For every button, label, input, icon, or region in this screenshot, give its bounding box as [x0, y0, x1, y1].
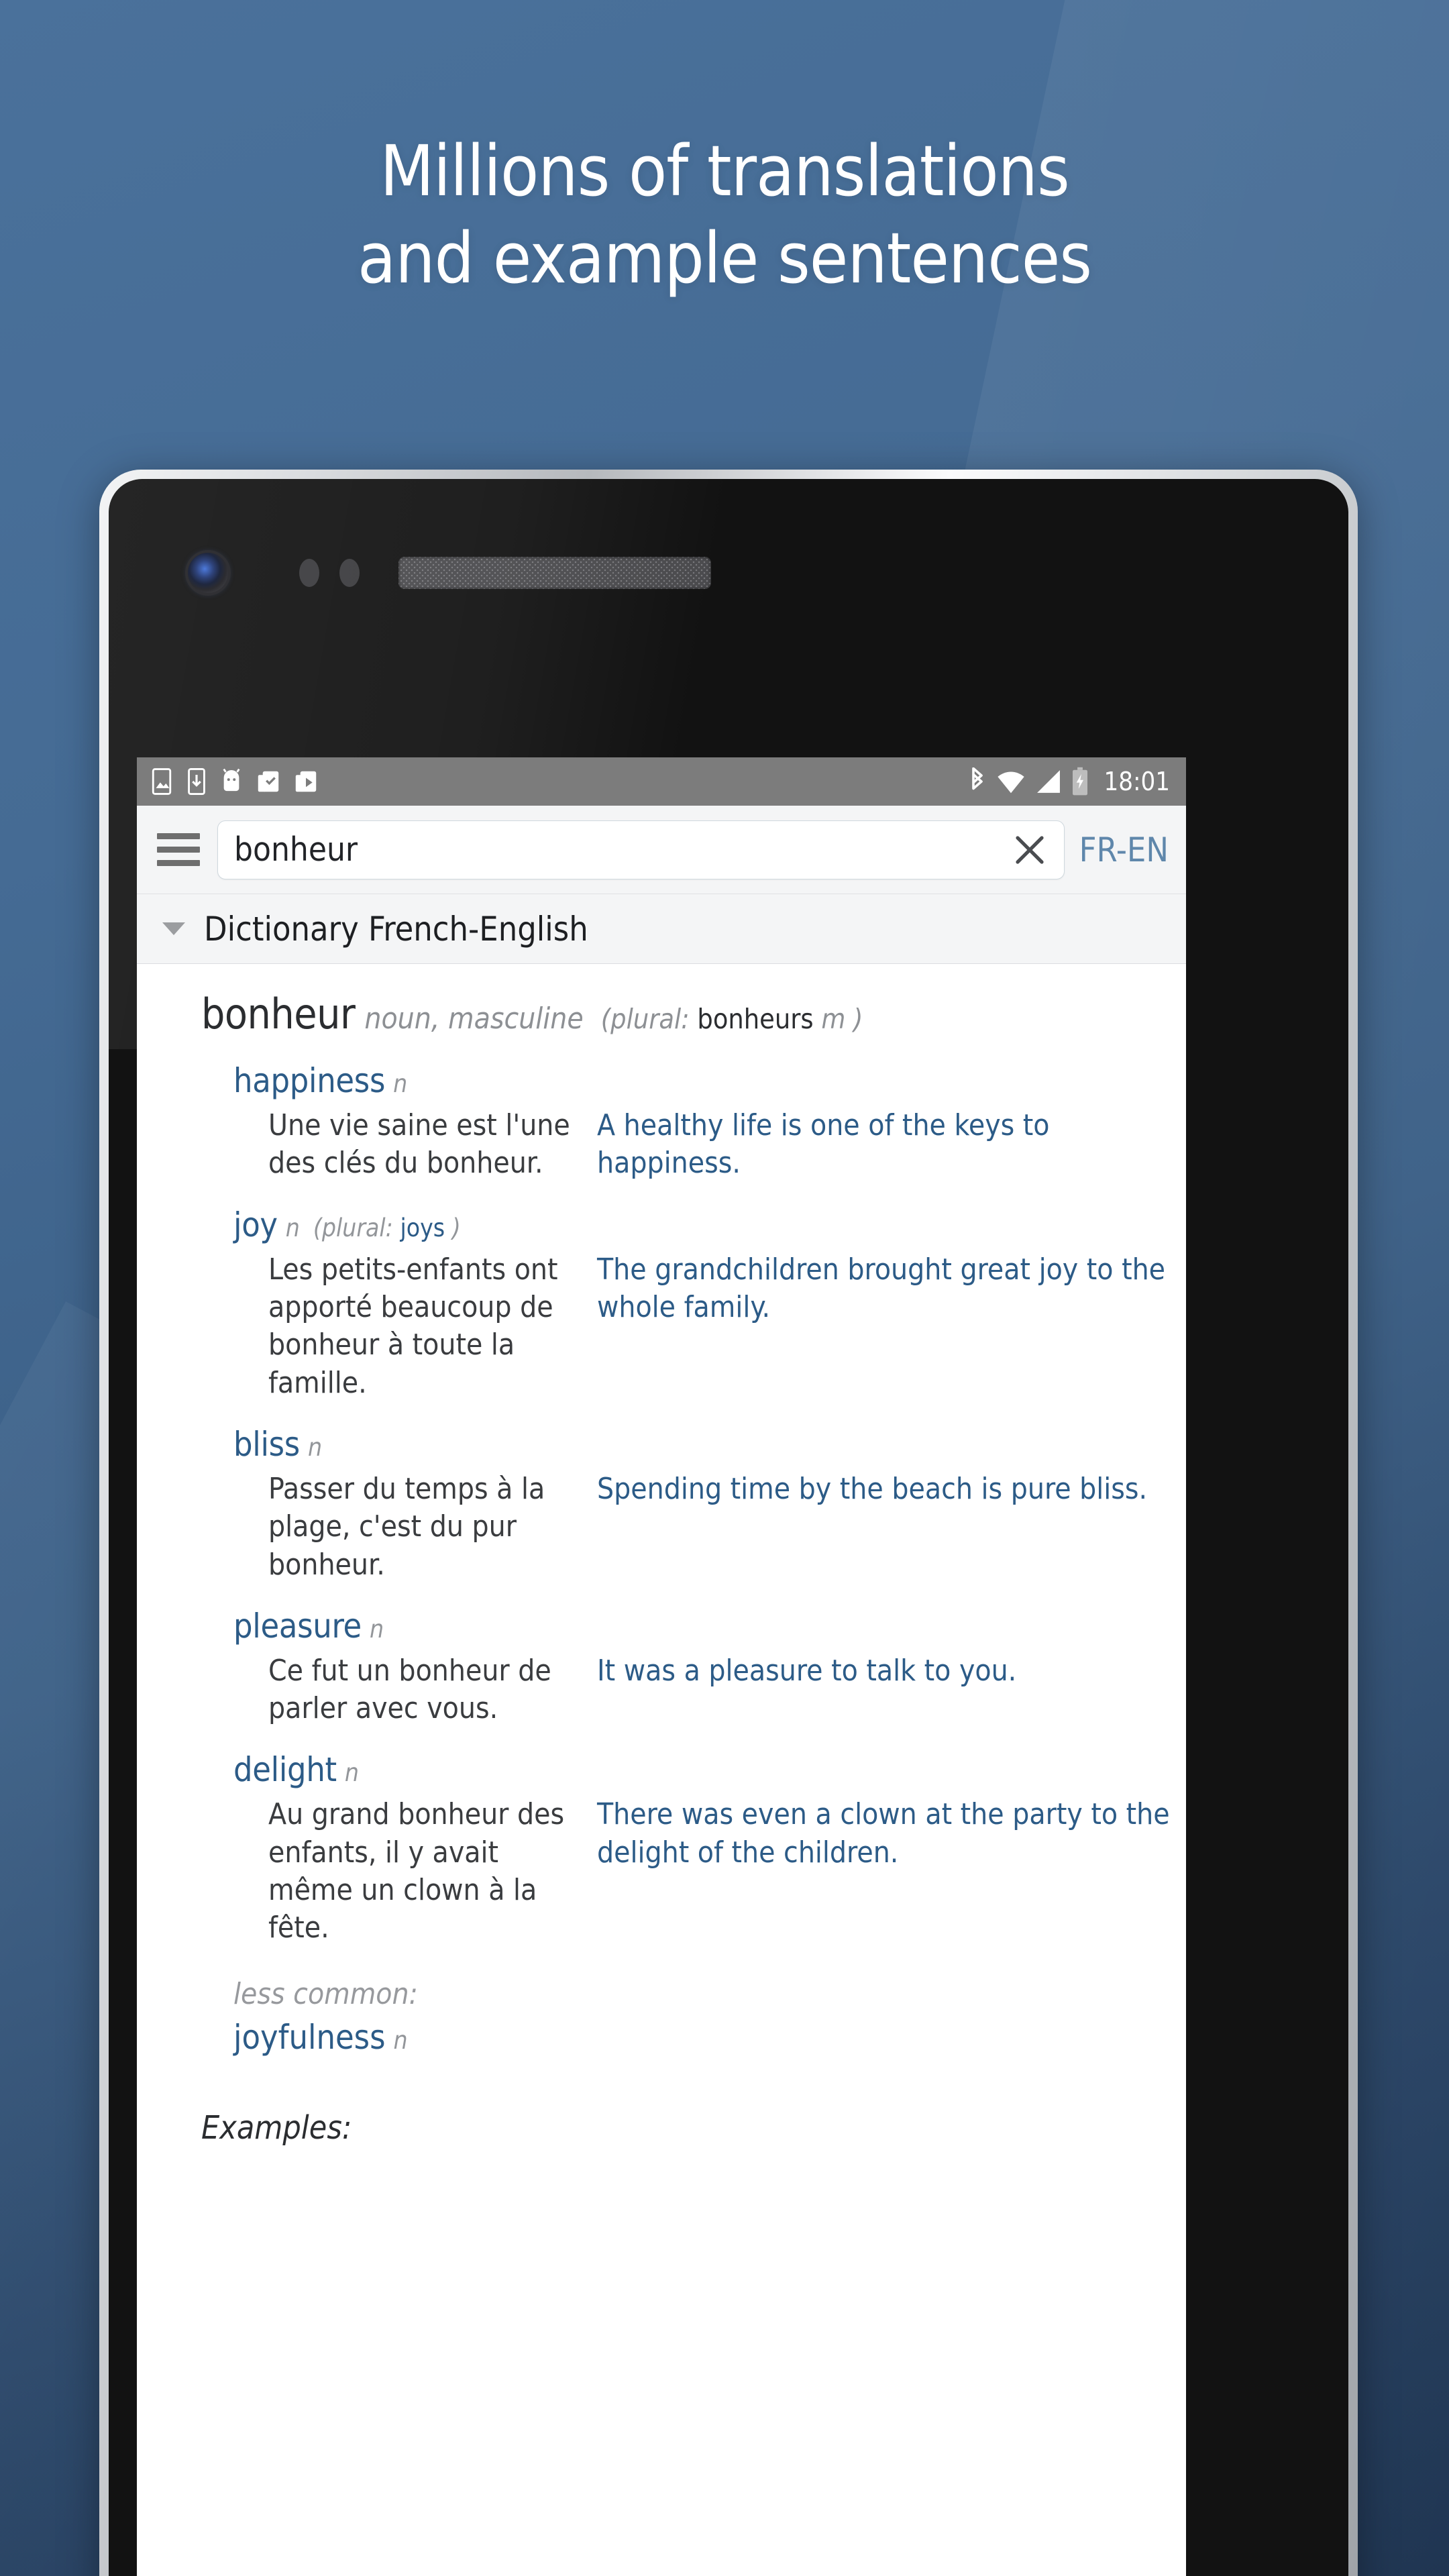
- dictionary-entry-content: bonheur noun, masculine (plural: bonheurs …: [137, 964, 1186, 2147]
- plural-paren-open: (: [600, 1003, 611, 1035]
- app-play-icon: [294, 768, 318, 795]
- search-box[interactable]: [217, 820, 1065, 879]
- headword-plural-group: (plural: bonheurs m ): [601, 1003, 863, 1035]
- headline-line-2: and example sentences: [357, 217, 1092, 299]
- example-target-text: There was even a clown at the party to t…: [597, 1797, 1170, 1870]
- hamburger-bar-1: [157, 833, 200, 839]
- phone-top-hardware: [169, 546, 1041, 600]
- sense-header[interactable]: delight n: [233, 1750, 1170, 1789]
- less-common-label: less common:: [233, 1976, 418, 2011]
- sense-entry: happiness n Une vie saine est l'une des c…: [137, 1061, 1186, 1183]
- example-row: Passer du temps à la plage, c'est du pur…: [233, 1470, 1170, 1584]
- example-target-text: Spending time by the beach is pure bliss…: [597, 1471, 1148, 1506]
- plural-value: bonheurs: [697, 1003, 814, 1035]
- sense-entry: bliss n Passer du temps à la plage, c'est…: [137, 1425, 1186, 1584]
- sense-plural-paren-close: ): [451, 1213, 461, 1242]
- language-pair-selector[interactable]: FR-EN: [1079, 830, 1169, 869]
- example-target-text: The grandchildren brought great joy to t…: [597, 1252, 1166, 1324]
- android-status-bar: 18:01: [137, 757, 1186, 806]
- sense-header[interactable]: joy n (plural: joys ): [233, 1205, 1170, 1244]
- status-left-icons: [150, 768, 318, 795]
- example-row: Au grand bonheur des enfants, il y avait…: [233, 1796, 1170, 1947]
- status-clock: 18:01: [1104, 767, 1170, 796]
- sense-word[interactable]: joy: [233, 1205, 278, 1244]
- search-input[interactable]: [234, 830, 1004, 869]
- sense-entry: pleasure n Ce fut un bonheur de parler av…: [137, 1607, 1186, 1728]
- plural-label: plural:: [610, 1003, 690, 1035]
- sense-part-of-speech: n: [393, 1069, 408, 1098]
- app-install-icon: [256, 768, 280, 795]
- proximity-sensor-icon: [299, 559, 319, 587]
- less-common-section: less common: joyfulness n: [137, 1977, 1186, 2057]
- wifi-icon: [996, 767, 1026, 796]
- headword-line: bonheur noun, masculine (plural: bonheurs …: [137, 989, 1186, 1038]
- example-source-text: Au grand bonheur des enfants, il y avait…: [268, 1797, 565, 1945]
- plural-gender: m: [821, 1003, 846, 1035]
- example-row: Les petits-enfants ont apporté beaucoup …: [233, 1251, 1170, 1402]
- example-row: Une vie saine est l'une des clés du bonh…: [233, 1107, 1170, 1183]
- status-right-icons: 18:01: [968, 767, 1170, 796]
- sense-plural-label: plural:: [321, 1213, 393, 1242]
- android-icon: [220, 768, 243, 795]
- example-source-text: Passer du temps à la plage, c'est du pur…: [268, 1471, 545, 1582]
- light-sensor-icon: [339, 559, 360, 587]
- sense-word[interactable]: pleasure: [233, 1607, 362, 1646]
- battery-charging-icon: [1071, 767, 1089, 796]
- earpiece-speaker-grille: [398, 557, 711, 589]
- headword: bonheur: [201, 989, 356, 1038]
- sense-word[interactable]: happiness: [233, 1061, 385, 1100]
- example-source-text: Les petits-enfants ont apporté beaucoup …: [268, 1252, 558, 1400]
- sense-header[interactable]: pleasure n: [233, 1607, 1170, 1646]
- phone-glass-front: 18:01 FR-EN: [109, 479, 1348, 2576]
- less-common-word[interactable]: joyfulness: [233, 2018, 386, 2057]
- app-search-bar: FR-EN: [137, 806, 1186, 894]
- phone-screen: 18:01 FR-EN: [137, 757, 1186, 2576]
- hamburger-menu-icon[interactable]: [157, 833, 207, 866]
- sense-word[interactable]: delight: [233, 1750, 337, 1789]
- example-target-text: It was a pleasure to talk to you.: [597, 1653, 1017, 1688]
- sense-part-of-speech: n: [369, 1614, 384, 1644]
- download-icon: [186, 768, 207, 795]
- front-camera-icon: [188, 553, 228, 593]
- dictionary-section-title: Dictionary French-English: [204, 909, 588, 949]
- dictionary-section-header[interactable]: Dictionary French-English: [137, 894, 1186, 964]
- sense-header[interactable]: happiness n: [233, 1061, 1170, 1100]
- sense-word[interactable]: bliss: [233, 1425, 300, 1464]
- headword-part-of-speech: noun, masculine: [364, 1002, 584, 1036]
- phone-device-mockup: 18:01 FR-EN: [99, 470, 1358, 2576]
- sense-part-of-speech: n: [285, 1213, 300, 1242]
- sense-part-of-speech: n: [307, 1432, 323, 1462]
- sense-header[interactable]: bliss n: [233, 1425, 1170, 1464]
- screenshot-icon: [150, 768, 173, 795]
- bluetooth-icon: [968, 767, 987, 796]
- hamburger-bar-2: [157, 847, 200, 853]
- clear-search-icon[interactable]: [1004, 824, 1056, 876]
- sense-plural-paren-open: (: [313, 1213, 322, 1242]
- sense-plural-group: (plural: joys ): [313, 1214, 461, 1242]
- example-source-text: Ce fut un bonheur de parler avec vous.: [268, 1653, 551, 1726]
- sense-entry: delight n Au grand bonheur des enfants, i…: [137, 1750, 1186, 1947]
- plural-paren-close: ): [853, 1003, 863, 1035]
- sense-entry: joy n (plural: joys ) Les petits-enfants o…: [137, 1205, 1186, 1402]
- chevron-down-icon[interactable]: [162, 922, 185, 935]
- headline-line-1: Millions of translations: [380, 130, 1069, 212]
- sense-plural-value: joys: [400, 1213, 445, 1242]
- examples-section-heading: Examples:: [201, 2108, 352, 2147]
- example-target-text: A healthy life is one of the keys to hap…: [597, 1108, 1050, 1181]
- poster-headline: Millions of translations and example sen…: [0, 127, 1449, 302]
- example-source-text: Une vie saine est l'une des clés du bonh…: [268, 1108, 570, 1181]
- hamburger-bar-3: [157, 860, 200, 866]
- example-row: Ce fut un bonheur de parler avec vous. I…: [233, 1652, 1170, 1728]
- signal-icon: [1035, 767, 1062, 796]
- sense-part-of-speech: n: [344, 1758, 359, 1788]
- less-common-part-of-speech: n: [393, 2025, 408, 2055]
